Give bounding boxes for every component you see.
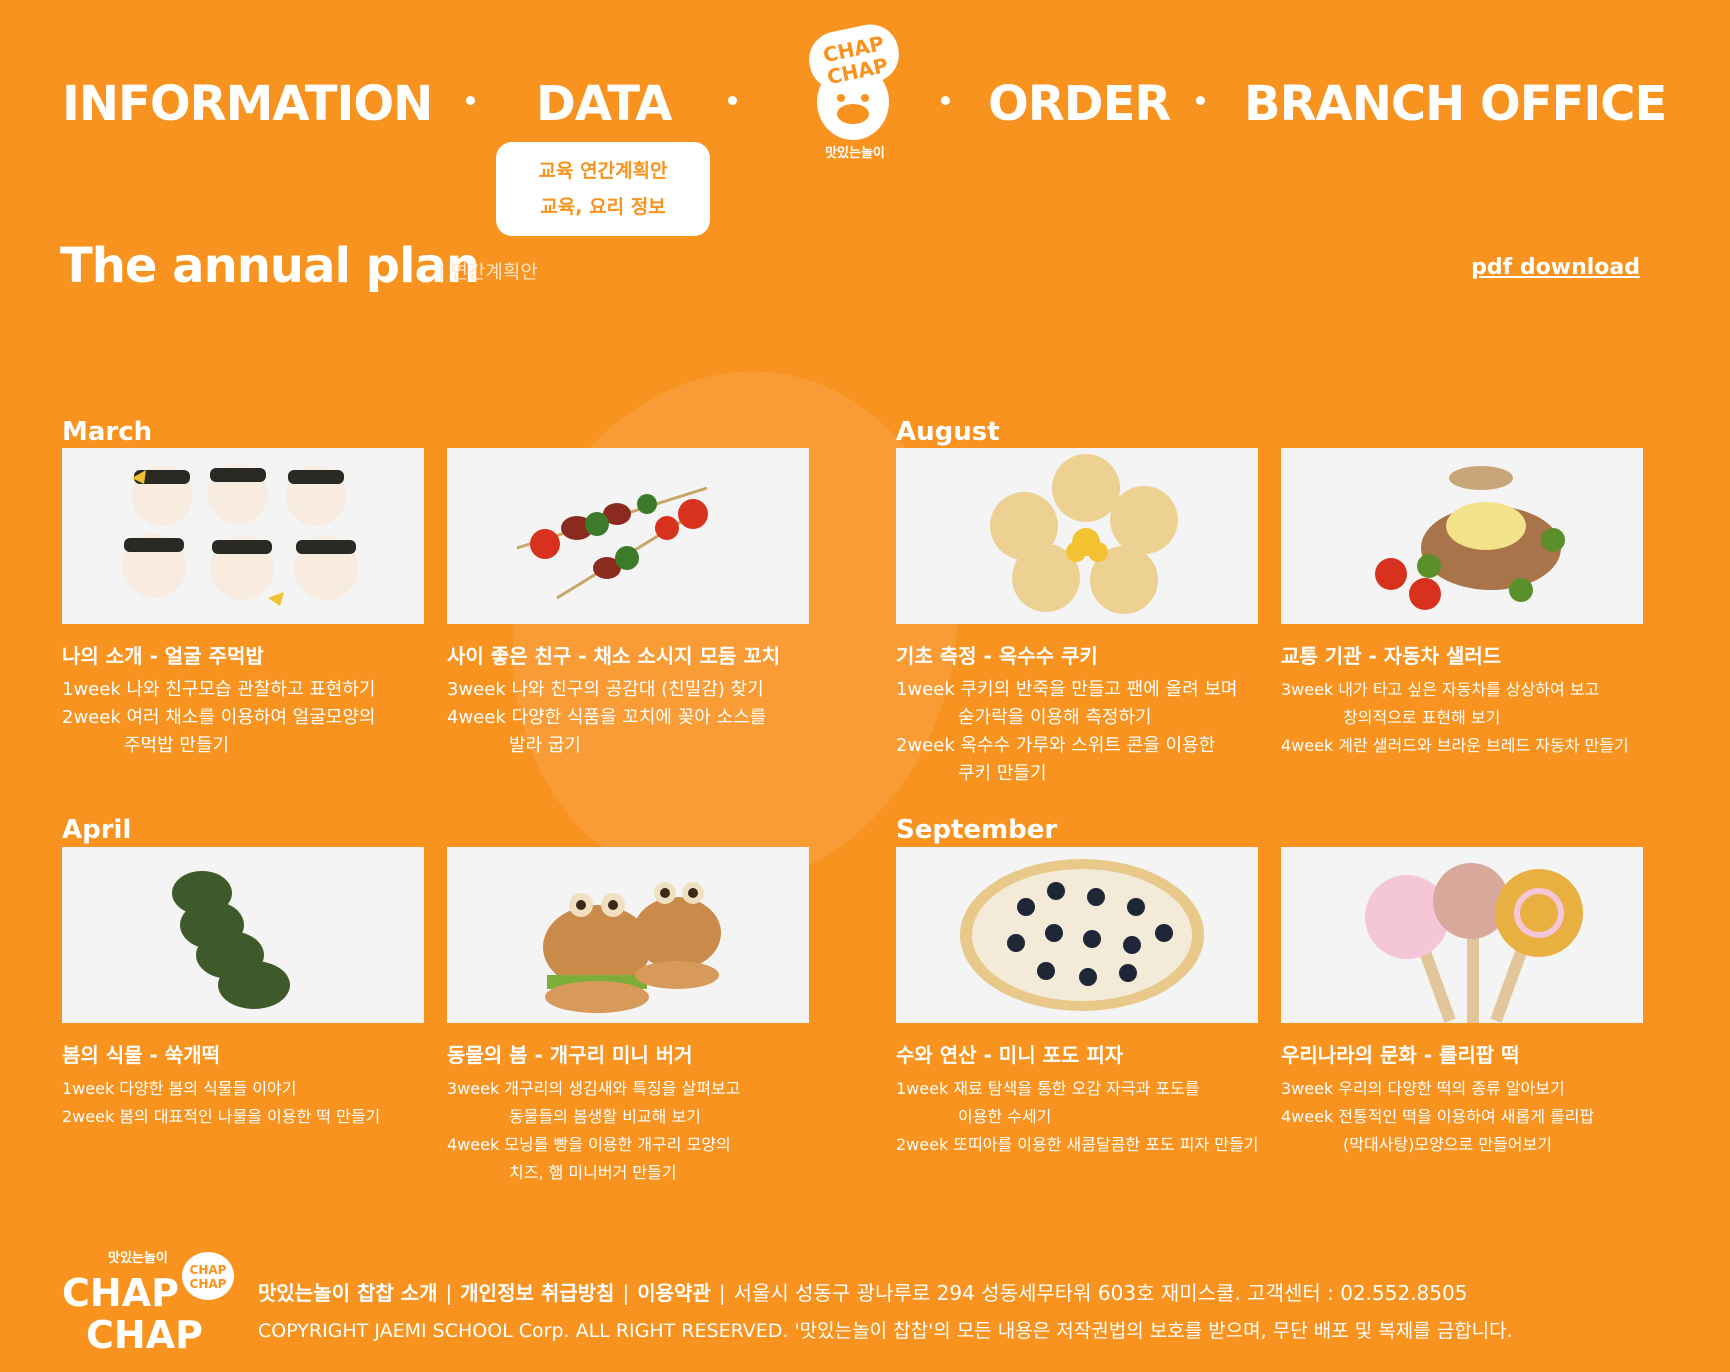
lollipop-rice-cake-photo	[1281, 847, 1643, 1023]
plan-card: 동물의 봄 - 개구리 미니 버거 3week 개구리의 생김새와 특징을 살펴…	[447, 847, 809, 1187]
card-desc-line: 1week 나와 친구모습 관찰하고 표현하기	[62, 679, 376, 700]
card-desc-line: 2week 옥수수 가루와 스위트 콘을 이용한	[896, 735, 1216, 756]
plan-card: 교통 기관 - 자동차 샐러드 3week 내가 타고 싶은 자동차를 상상하여…	[1281, 448, 1643, 760]
month-label-september: September	[896, 815, 1058, 845]
card-desc-line: 4week 계란 샐러드와 브라운 브레드 자동차 만들기	[1281, 736, 1629, 755]
footer-link-privacy[interactable]: 개인정보 취급방침	[460, 1281, 614, 1305]
month-label-april: April	[62, 815, 132, 845]
card-title: 봄의 식물 - 쑥개떡	[62, 1043, 220, 1067]
grape-pizza-photo	[896, 847, 1258, 1023]
card-desc-line: (막대사탕)모양으로 만들어보기	[1343, 1135, 1552, 1154]
car-salad-photo	[1281, 448, 1643, 624]
card-desc-line: 2week 봄의 대표적인 나물을 이용한 떡 만들기	[62, 1107, 381, 1126]
svg-text:CHAP: CHAP	[190, 1263, 227, 1277]
logo-tagline: 맛있는놀이	[825, 146, 885, 161]
card-desc-line: 3week 나와 친구의 공감대 (친밀감) 찾기	[447, 679, 764, 700]
mugwort-rice-cake-photo	[62, 847, 424, 1023]
footer-logo-bottom: CHAP	[86, 1313, 203, 1354]
nav-data[interactable]: DATA	[536, 74, 672, 134]
pdf-download-link[interactable]: pdf download	[1471, 255, 1640, 280]
footer-logo[interactable]: CHAP CHAP 맛있는놀이 CHAP CHAP	[62, 1244, 242, 1357]
page-title: The annual plan	[60, 238, 480, 294]
footer-logo-tagline: 맛있는놀이	[108, 1250, 168, 1266]
card-desc-line: 3week 우리의 다양한 떡의 종류 알아보기	[1281, 1079, 1565, 1098]
card-desc-line: 1week 재료 탐색을 통한 오감 자극과 포도를	[896, 1079, 1200, 1098]
page-subtitle: | 연간계획안	[438, 261, 538, 283]
footer-link-terms[interactable]: 이용약관	[637, 1281, 711, 1305]
top-navigation: INFORMATION DATA CHAP CHAP 맛있는놀이 ORDER B…	[0, 0, 1730, 236]
corn-cookie-photo	[896, 448, 1258, 624]
plan-card: 수와 연산 - 미니 포도 피자 1week 재료 탐색을 통한 오감 자극과 …	[896, 847, 1258, 1159]
card-title: 사이 좋은 친구 - 채소 소시지 모둠 꼬치	[447, 644, 781, 668]
card-title: 우리나라의 문화 - 롤리팝 떡	[1281, 1043, 1520, 1067]
footer-logo-mascot-icon: CHAP CHAP 맛있는놀이 CHAP CHAP	[62, 1250, 234, 1357]
card-desc-line: 3week 내가 타고 싶은 자동차를 상상하여 보고	[1281, 680, 1600, 699]
footer-link-about[interactable]: 맛있는놀이 찹찹 소개	[258, 1281, 438, 1305]
footer-address: 서울시 성동구 광나루로 294 성동세무타워 603호 재미스쿨. 고객센터 …	[733, 1281, 1468, 1305]
nav-separator-dot	[466, 96, 475, 105]
nav-separator-dot	[1196, 96, 1205, 105]
plan-card: 우리나라의 문화 - 롤리팝 떡 3week 우리의 다양한 떡의 종류 알아보…	[1281, 847, 1643, 1159]
card-desc-line: 4week 다양한 식품을 꼬치에 꽂아 소스를	[447, 707, 767, 728]
footer-copyright: COPYRIGHT JAEMI SCHOOL Corp. ALL RIGHT R…	[258, 1320, 1513, 1342]
card-title: 수와 연산 - 미니 포도 피자	[896, 1043, 1124, 1067]
card-desc-line: 치즈, 햄 미니버거 만들기	[509, 1163, 677, 1182]
card-title: 교통 기관 - 자동차 샐러드	[1281, 644, 1502, 668]
card-title: 동물의 봄 - 개구리 미니 버거	[447, 1043, 693, 1067]
card-desc-line: 창의적으로 표현해 보기	[1343, 708, 1501, 727]
card-desc-line: 쿠키 만들기	[958, 763, 1047, 784]
nav-information[interactable]: INFORMATION	[62, 74, 433, 134]
footer-separator: |	[622, 1281, 630, 1305]
rice-ball-faces-photo	[62, 448, 424, 624]
data-dropdown-menu: 교육 연간계획안 교육, 요리 정보	[496, 142, 710, 236]
plan-card: 나의 소개 - 얼굴 주먹밥 1week 나와 친구모습 관찰하고 표현하기 2…	[62, 448, 424, 760]
nav-separator-dot	[728, 96, 737, 105]
footer-links-row: 맛있는놀이 찹찹 소개 | 개인정보 취급방침 | 이용약관 | 서울시 성동구 광나루로 …	[258, 1280, 1467, 1306]
card-desc-line: 1week 쿠키의 반죽을 만들고 팬에 올려 보며	[896, 679, 1238, 700]
logo-mascot-icon: CHAP CHAP	[809, 24, 899, 140]
card-desc-line: 발라 굽기	[509, 735, 581, 756]
nav-separator-dot	[941, 96, 950, 105]
dropdown-item-education-info[interactable]: 교육, 요리 정보	[540, 189, 665, 225]
card-desc-line: 이용한 수세기	[958, 1107, 1052, 1126]
card-title: 기초 측정 - 옥수수 쿠키	[896, 644, 1098, 668]
card-desc-line: 주먹밥 만들기	[124, 735, 230, 756]
footer-logo-top: CHAP	[62, 1271, 179, 1315]
month-label-march: March	[62, 417, 153, 447]
card-desc-line: 숟가락을 이용해 측정하기	[958, 707, 1152, 728]
card-desc-line: 1week 다양한 봄의 식물들 이야기	[62, 1079, 297, 1098]
card-desc-line: 4week 전통적인 떡을 이용하여 새롭게 롤리팝	[1281, 1107, 1595, 1126]
footer-separator: |	[718, 1281, 726, 1305]
nav-order[interactable]: ORDER	[988, 74, 1171, 134]
card-desc-line: 3week 개구리의 생김새와 특징을 살펴보고	[447, 1079, 741, 1098]
nav-branch-office[interactable]: BRANCH OFFICE	[1244, 74, 1667, 134]
frog-mini-burger-photo	[447, 847, 809, 1023]
svg-text:CHAP: CHAP	[190, 1277, 227, 1291]
footer-separator: |	[445, 1281, 453, 1305]
dropdown-item-annual-plan[interactable]: 교육 연간계획안	[539, 153, 668, 189]
card-desc-line: 2week 또띠아를 이용한 새콤달콤한 포도 피자 만들기	[896, 1135, 1259, 1154]
card-desc-line: 동물들의 봄생활 비교해 보기	[509, 1107, 701, 1126]
card-desc-line: 4week 모닝롤 빵을 이용한 개구리 모양의	[447, 1135, 731, 1154]
plan-card: 기초 측정 - 옥수수 쿠키 1week 쿠키의 반죽을 만들고 팬에 올려 보…	[896, 448, 1258, 788]
card-desc-line: 2week 여러 채소를 이용하여 얼굴모양의	[62, 707, 376, 728]
vegetable-sausage-skewer-photo	[447, 448, 809, 624]
month-label-august: August	[896, 417, 1000, 447]
plan-card: 봄의 식물 - 쑥개떡 1week 다양한 봄의 식물들 이야기 2week 봄…	[62, 847, 424, 1131]
card-title: 나의 소개 - 얼굴 주먹밥	[62, 644, 264, 668]
chap-chap-logo[interactable]: CHAP CHAP 맛있는놀이	[795, 14, 915, 164]
plan-card: 사이 좋은 친구 - 채소 소시지 모둠 꼬치 3week 나와 친구의 공감대…	[447, 448, 809, 760]
